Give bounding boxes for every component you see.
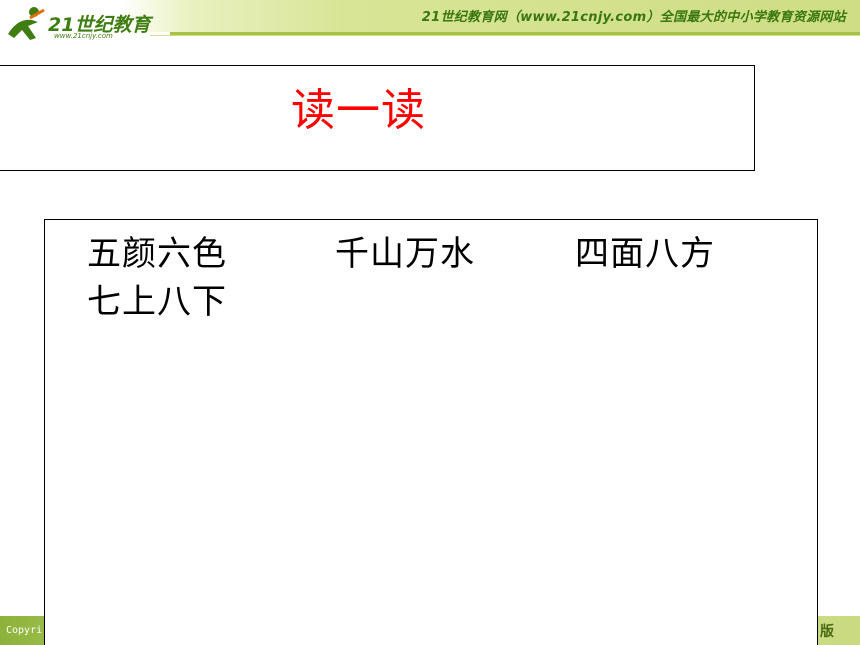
slide-title: 读一读 bbox=[291, 85, 426, 136]
content-box-right-edge bbox=[817, 616, 818, 645]
content-box-overlap bbox=[45, 616, 817, 645]
logo-url: www.21cnjy.com bbox=[54, 32, 113, 40]
header-divider-thin bbox=[150, 35, 860, 36]
edition-text: 版 bbox=[820, 624, 834, 640]
content-box-border bbox=[44, 219, 818, 645]
title-box: 读一读 bbox=[0, 65, 755, 171]
content-box-left-edge bbox=[44, 616, 45, 645]
running-figure-icon bbox=[8, 7, 45, 40]
slide-page: 21世纪教育 www.21cnjy.com 21世纪教育网（www.21cnjy… bbox=[0, 0, 860, 645]
site-slogan: 21世纪教育网（www.21cnjy.com）全国最大的中小学教育资源网站 bbox=[421, 10, 846, 25]
site-logo[interactable]: 21世纪教育 www.21cnjy.com bbox=[4, 2, 184, 44]
header-banner: 21世纪教育 www.21cnjy.com 21世纪教育网（www.21cnjy… bbox=[0, 0, 860, 46]
copyright-text: Copyri bbox=[6, 625, 43, 636]
